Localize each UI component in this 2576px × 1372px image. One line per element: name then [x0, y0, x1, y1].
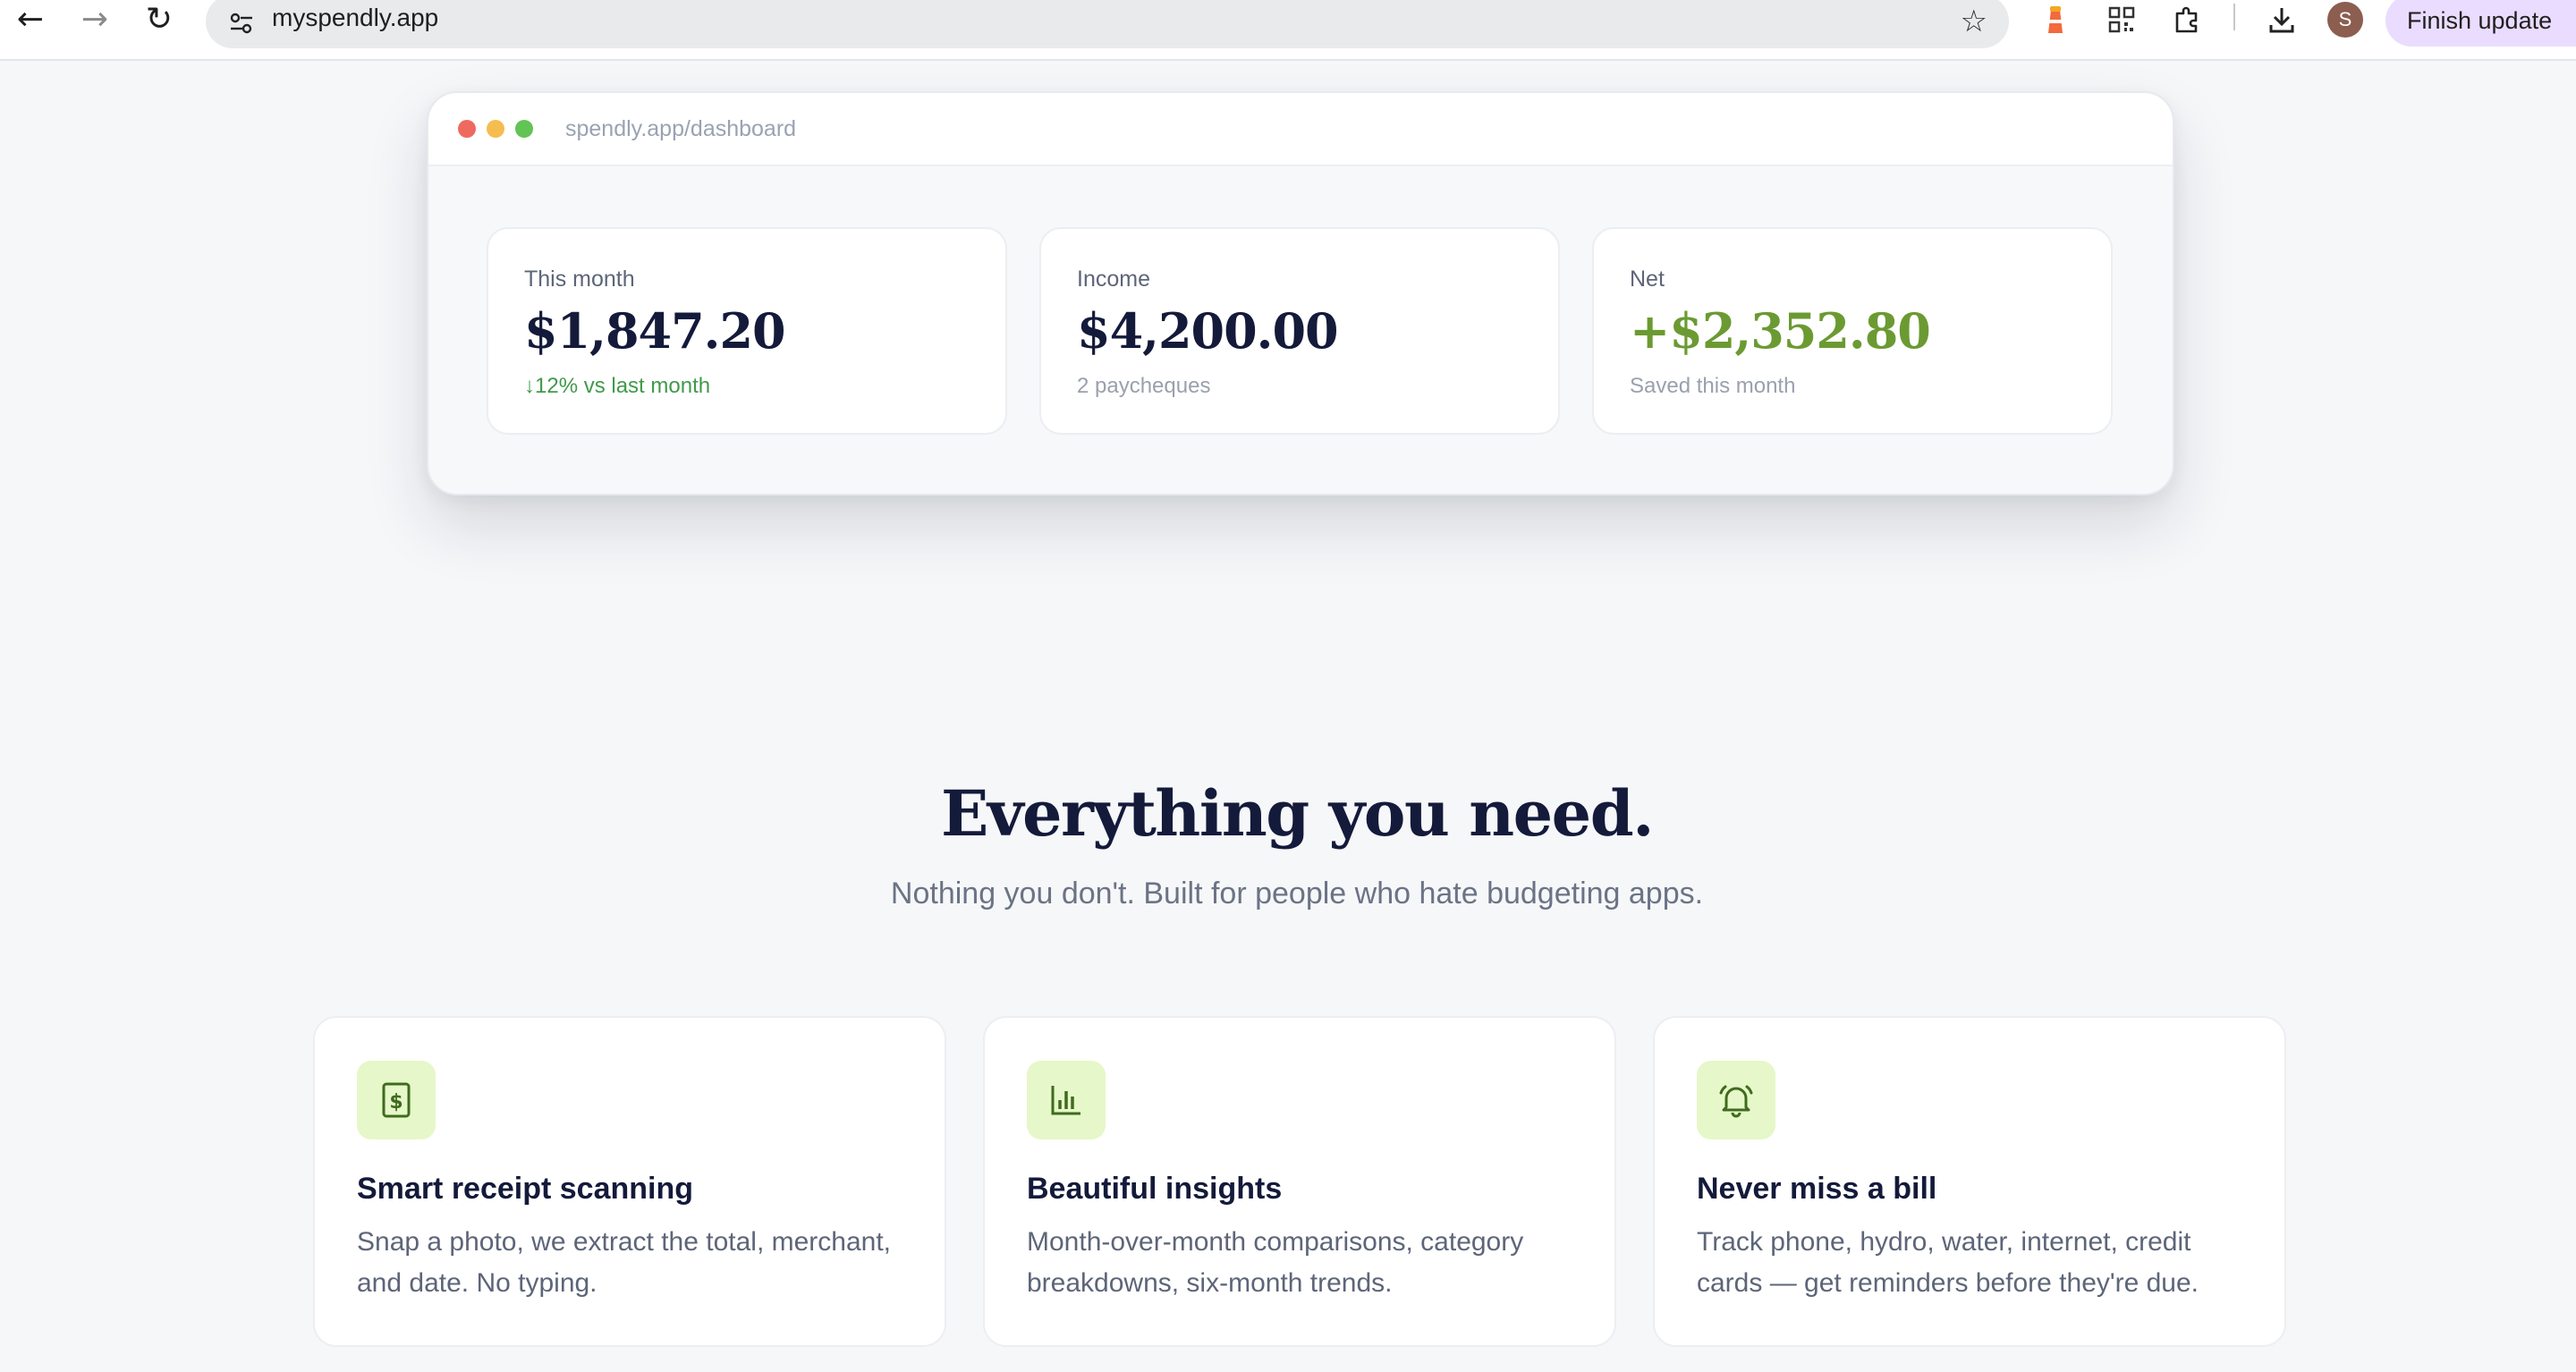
bookmark-star-icon[interactable]: ☆ [1961, 4, 1987, 39]
bar-chart-icon [1027, 1061, 1106, 1139]
stat-value: $1,847.20 [524, 302, 786, 360]
avatar-initial: S [2338, 8, 2352, 30]
extension-qr-code-icon[interactable] [2100, 0, 2143, 39]
stat-label: Income [1077, 267, 1150, 292]
finish-update-button[interactable]: Finish update [2385, 0, 2576, 47]
profile-avatar[interactable]: S [2327, 2, 2363, 38]
tune-icon [230, 13, 252, 34]
reload-icon: ↻ [145, 1, 174, 38]
toolbar-divider [2233, 4, 2235, 30]
stat-card-this-month: This month $1,847.20 ↓12% vs last month [487, 227, 1007, 435]
reload-button[interactable]: ↻ [134, 0, 184, 39]
stat-card-net: Net +$2,352.80 Saved this month [1592, 227, 2113, 435]
back-arrow-icon: ← [16, 1, 45, 38]
feature-description: Track phone, hydro, water, internet, cre… [1697, 1227, 2199, 1298]
features-subheading: Nothing you don't. Built for people who … [890, 877, 1704, 910]
receipt-dollar-icon: $ [357, 1061, 436, 1139]
url-text[interactable]: myspendly.app [272, 4, 438, 32]
svg-text:$: $ [389, 1091, 402, 1114]
feature-title: Smart receipt scanning [357, 1172, 694, 1206]
address-bar[interactable]: myspendly.app ☆ [206, 0, 2009, 48]
stat-value: $4,200.00 [1077, 302, 1339, 360]
feature-card-bill-reminders: Never miss a bill Track phone, hydro, wa… [1653, 1016, 2286, 1347]
window-minimize-dot [487, 120, 504, 138]
preview-url: spendly.app/dashboard [565, 116, 797, 141]
bell-icon [1697, 1061, 1775, 1139]
window-maximize-dot [515, 120, 533, 138]
stat-sub: 2 paycheques [1077, 374, 1211, 398]
feature-title: Beautiful insights [1027, 1172, 1283, 1206]
feature-description: Snap a photo, we extract the total, merc… [357, 1227, 892, 1298]
dashboard-preview-window: spendly.app/dashboard This month $1,847.… [427, 91, 2174, 495]
forward-button[interactable]: → [70, 0, 120, 39]
stat-label: Net [1630, 267, 1665, 292]
feature-description: Month-over-month comparisons, category b… [1027, 1227, 1524, 1298]
window-close-dot [458, 120, 476, 138]
feature-title: Never miss a bill [1697, 1172, 1937, 1206]
stat-value: +$2,352.80 [1630, 302, 1931, 360]
browser-toolbar: ← → ↻ myspendly.app ☆ S Finish update [0, 0, 2576, 61]
forward-arrow-icon: → [80, 1, 109, 38]
stat-card-income: Income $4,200.00 2 paycheques [1039, 227, 1560, 435]
extension-lighthouse-icon[interactable] [2034, 0, 2077, 39]
stat-label: This month [524, 267, 635, 292]
stat-trend: ↓12% vs last month [524, 374, 711, 398]
stat-sub: Saved this month [1630, 374, 1796, 398]
extensions-puzzle-icon[interactable] [2166, 0, 2209, 39]
feature-card-receipt-scanning: $ Smart receipt scanning Snap a photo, w… [313, 1016, 946, 1347]
features-heading: Everything you need. [940, 776, 1655, 851]
site-info-icon[interactable] [222, 4, 261, 43]
feature-card-insights: Beautiful insights Month-over-month comp… [983, 1016, 1616, 1347]
back-button[interactable]: ← [5, 0, 55, 39]
preview-title-bar: spendly.app/dashboard [428, 93, 2173, 166]
downloads-icon[interactable] [2260, 0, 2303, 39]
